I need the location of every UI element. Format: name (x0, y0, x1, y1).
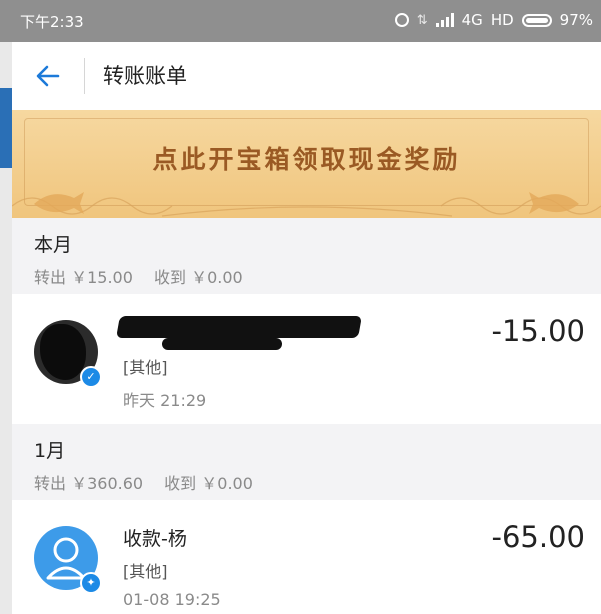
banner-text: 点此开宝箱领取现金奖励 (152, 145, 461, 174)
transfer-out-total: 转出 ￥15.00 (34, 268, 133, 287)
record-category: [其他] (123, 358, 168, 377)
verified-badge-icon: ✓ (80, 366, 102, 388)
battery-icon (521, 13, 552, 27)
section-title: 1月 (34, 440, 66, 462)
list-item[interactable]: ✦ 收款-杨 [其他] 01-08 19:25 -65.00 (12, 500, 601, 614)
redacted-name-mark (162, 338, 282, 350)
section-summary: 转出 ￥15.00 收到 ￥0.00 (34, 264, 259, 288)
status-time: 下午2:33 (20, 13, 84, 31)
received-total: 收到 ￥0.00 (154, 268, 243, 287)
nav-divider (84, 58, 85, 94)
battery-level: 97% (559, 11, 593, 29)
nav-bar: 转账账单 (12, 42, 601, 111)
status-bar: 下午2:33 ⇅ 4G HD 97% (0, 0, 601, 42)
record-category: [其他] (123, 562, 168, 581)
transfer-out-total: 转出 ￥360.60 (34, 474, 144, 493)
hd-indicator: HD (490, 11, 514, 29)
back-arrow-icon[interactable] (32, 60, 64, 92)
received-total: 收到 ￥0.00 (164, 474, 253, 493)
network-type: 4G (461, 11, 483, 29)
section-january: 1月 转出 ￥360.60 收到 ￥0.00 (12, 424, 601, 500)
status-icons: ⇅ 4G HD 97% (394, 11, 593, 29)
section-title: 本月 (34, 234, 73, 256)
section-this-month: 本月 转出 ￥15.00 收到 ￥0.00 (12, 218, 601, 294)
page-title: 转账账单 (103, 64, 187, 88)
verified-badge-icon: ✦ (80, 572, 102, 594)
background-app-edge (0, 0, 12, 614)
record-amount: -65.00 (491, 520, 586, 554)
signal-icon (435, 13, 454, 27)
alarm-icon (394, 13, 409, 27)
redacted-name (116, 316, 362, 338)
record-time: 01-08 19:25 (123, 590, 221, 609)
banner-wave-pattern (12, 192, 601, 217)
list-item[interactable]: ✓ [其他] 昨天 21:29 -15.00 (12, 294, 601, 425)
record-amount: -15.00 (491, 314, 586, 348)
transfer-bill-page: 转账账单 点此开宝箱领取现金奖励 本月 转出 ￥15.00 收到 ￥0.00 ✓ (12, 42, 601, 614)
record-name: 收款-杨 (123, 528, 187, 550)
section-summary: 转出 ￥360.60 收到 ￥0.00 (34, 470, 269, 494)
record-time: 昨天 21:29 (123, 391, 207, 410)
treasure-chest-banner[interactable]: 点此开宝箱领取现金奖励 (12, 110, 601, 218)
data-transfer-icon: ⇅ (416, 12, 428, 28)
